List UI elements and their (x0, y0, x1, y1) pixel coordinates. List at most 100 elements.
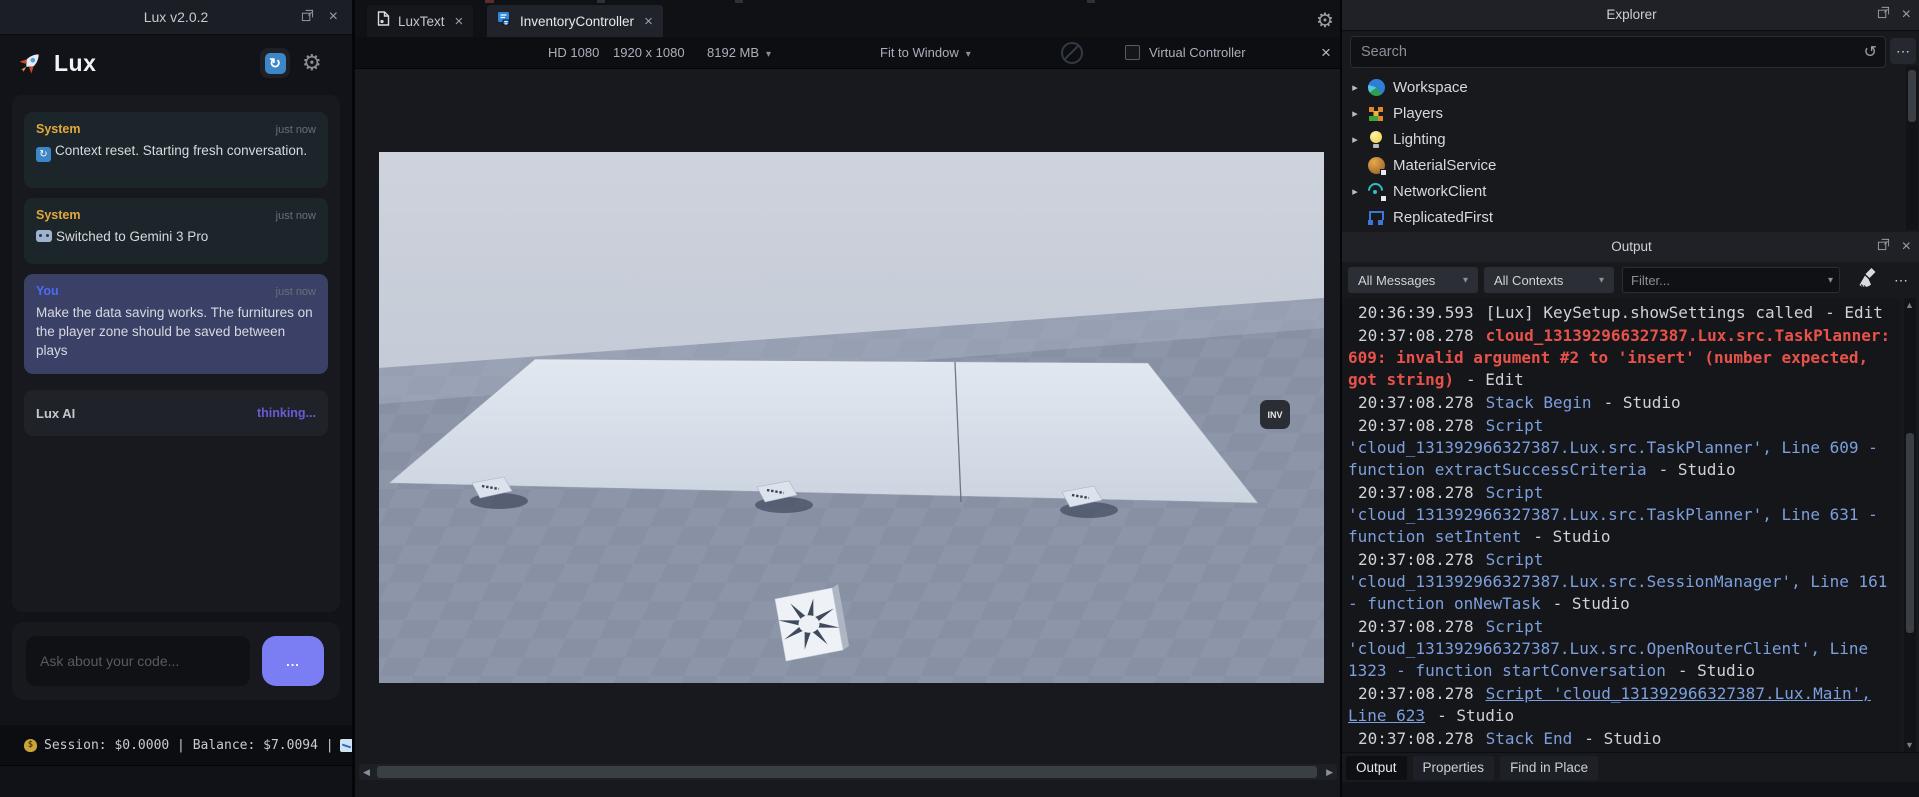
log-entry-script-link[interactable]: 20:37:08.278 Script 'cloud_13139296632738… (1348, 683, 1893, 727)
scroll-up-icon[interactable]: ▲ (1905, 300, 1914, 310)
chat-input-row: ... (12, 622, 340, 700)
output-menu-button[interactable]: ⋯ (1888, 267, 1914, 293)
tab-label: LuxText (398, 13, 445, 29)
search-history-icon[interactable]: ↺ (1864, 42, 1877, 62)
message-author: You (36, 284, 59, 298)
chat-message-system: System just now ↻ Context reset. Starting… (24, 112, 328, 188)
tab-find-in-place[interactable]: Find in Place (1500, 755, 1599, 780)
tab-luxtext[interactable]: LuxText × (367, 5, 474, 37)
output-title: Output (1611, 239, 1652, 254)
undock-icon[interactable] (1877, 238, 1890, 256)
window-edge-artifact (1087, 0, 1095, 3)
game-viewport-render[interactable] (379, 152, 1324, 683)
scrollbar-thumb[interactable] (1908, 70, 1916, 122)
tree-item-players[interactable]: ▸ Players (1342, 100, 1902, 126)
scrollbar-thumb[interactable] (377, 766, 1317, 778)
output-filter-field[interactable]: ▾ (1622, 267, 1840, 293)
collapsed-panel-strip: ⋮ B (0, 765, 352, 797)
settings-gear-icon[interactable]: ⚙ (302, 50, 322, 76)
clear-output-button[interactable] (1850, 265, 1880, 295)
close-icon[interactable]: × (1902, 238, 1911, 256)
message-author: System (36, 122, 81, 136)
scroll-right-icon[interactable]: ▶ (1326, 764, 1333, 780)
fit-mode-dropdown[interactable]: Fit to Window ▾ (880, 37, 971, 68)
send-button[interactable]: ... (262, 636, 324, 686)
document-icon (377, 11, 390, 31)
scroll-left-icon[interactable]: ◀ (363, 764, 370, 780)
log-entry: 20:37:08.278 Script 'cloud_13139296632738… (1348, 416, 1878, 479)
tab-properties[interactable]: Properties (1412, 755, 1495, 780)
scrollbar-thumb[interactable] (1906, 433, 1914, 633)
script-icon (497, 11, 512, 31)
tab-output[interactable]: Output (1346, 755, 1407, 780)
tree-item-workspace[interactable]: ▸ Workspace (1342, 74, 1902, 100)
viewport-column: LuxText × InventoryController × ⚙ HD 108… (355, 0, 1340, 797)
inventory-overlay-button[interactable]: INV (1260, 400, 1290, 429)
window-edge-artifact (597, 0, 605, 3)
viewport-horizontal-scrollbar[interactable]: ◀ ▶ (359, 764, 1337, 780)
close-icon[interactable]: × (644, 13, 653, 30)
billing-status-bar: $ Session: $0.0000 | Balance: $7.0094 | … (0, 725, 352, 765)
log-entry: 20:36:39.593 [Lux] KeySetup.showSettings … (1358, 303, 1883, 322)
undock-icon[interactable] (1877, 6, 1890, 24)
explorer-search-input[interactable] (1351, 44, 1864, 60)
explorer-title: Explorer (1606, 7, 1657, 22)
close-icon[interactable]: × (329, 8, 338, 26)
session-balance-text: Session: $0.0000 | Balance: $7.0094 | (44, 737, 334, 753)
tree-item-networkclient[interactable]: ▸ NetworkClient (1342, 178, 1902, 204)
lighting-icon (1368, 130, 1385, 148)
tree-item-materialservice[interactable]: MaterialService (1342, 152, 1902, 178)
networkclient-icon (1368, 183, 1387, 202)
virtual-controller-checkbox[interactable] (1125, 45, 1140, 60)
replicatedfirst-icon (1368, 209, 1385, 226)
close-icon[interactable]: × (1321, 37, 1331, 68)
device-emulation-toolbar: HD 1080 1920 x 1080 8192 MB ▾ Fit to Wind… (355, 37, 1340, 69)
message-body: Switched to Gemini 3 Pro (36, 228, 316, 247)
message-time: just now (275, 210, 316, 222)
explorer-menu-button[interactable]: ⋯ (1890, 38, 1916, 64)
close-icon[interactable]: × (455, 13, 464, 30)
chevron-down-icon[interactable]: ▾ (1828, 275, 1833, 286)
tree-item-lighting[interactable]: ▸ Lighting (1342, 126, 1902, 152)
studio-window: Lux v2.0.2 × Lux ↻ ⚙ System just now ↻ C… (0, 0, 1919, 797)
mute-disabled-icon (1061, 37, 1083, 68)
tab-inventorycontroller[interactable]: InventoryController × (487, 5, 663, 37)
explorer-header: Explorer × (1342, 0, 1919, 31)
chart-icon (339, 738, 352, 752)
docked-panels-column: Explorer × ↺ ⋯ ▸ Workspace ▸ Players ▸ L… (1340, 0, 1919, 797)
expand-arrow-icon[interactable]: ▸ (1342, 185, 1368, 198)
thinking-status: thinking... (256, 406, 316, 420)
app-name: Lux (54, 49, 97, 76)
virtual-controller-toggle[interactable]: Virtual Controller (1125, 37, 1246, 68)
memory-dropdown[interactable]: 8192 MB ▾ (707, 37, 771, 68)
output-filter-input[interactable] (1623, 272, 1821, 288)
output-header: Output × (1342, 232, 1919, 263)
expand-arrow-icon[interactable]: ▸ (1342, 133, 1368, 146)
lux-header: Lux ↻ ⚙ (0, 42, 352, 84)
expand-arrow-icon[interactable]: ▸ (1342, 107, 1368, 120)
log-entry: 20:37:08.278 Stack End - Studio (1358, 729, 1662, 748)
log-entry: 20:37:08.278 Stack Begin - Studio (1358, 393, 1681, 412)
output-log[interactable]: 20:36:39.593 [Lux] KeySetup.showSettings … (1342, 298, 1900, 752)
contexts-filter-dropdown[interactable]: All Contexts ▾ (1484, 267, 1614, 293)
close-icon[interactable]: × (1902, 6, 1911, 24)
explorer-search[interactable]: ↺ (1350, 36, 1886, 68)
bottom-panel-tabs: Output Properties Find in Place (1342, 752, 1919, 782)
scroll-down-icon[interactable]: ▼ (1905, 740, 1914, 750)
explorer-scrollbar[interactable] (1906, 66, 1918, 230)
device-preset[interactable]: HD 1080 (548, 37, 599, 68)
chat-history: System just now ↻ Context reset. Starting… (12, 95, 340, 612)
context-reset-button[interactable]: ↻ (260, 48, 290, 78)
viewport-settings-gear-icon[interactable]: ⚙ (1316, 8, 1334, 33)
tree-item-replicatedfirst[interactable]: ReplicatedFirst (1342, 204, 1902, 230)
broom-icon (1859, 268, 1876, 288)
money-bag-icon: $ (24, 738, 37, 752)
expand-arrow-icon[interactable]: ▸ (1342, 81, 1368, 94)
messages-filter-dropdown[interactable]: All Messages ▾ (1348, 267, 1478, 293)
chat-input[interactable] (26, 636, 250, 686)
undock-icon[interactable] (301, 9, 314, 25)
lux-plugin-panel: Lux v2.0.2 × Lux ↻ ⚙ System just now ↻ C… (0, 0, 355, 797)
players-icon (1368, 105, 1385, 122)
chat-message-system: System just now Switched to Gemini 3 Pro (24, 198, 328, 264)
output-scrollbar[interactable]: ▲ ▼ (1904, 298, 1916, 752)
